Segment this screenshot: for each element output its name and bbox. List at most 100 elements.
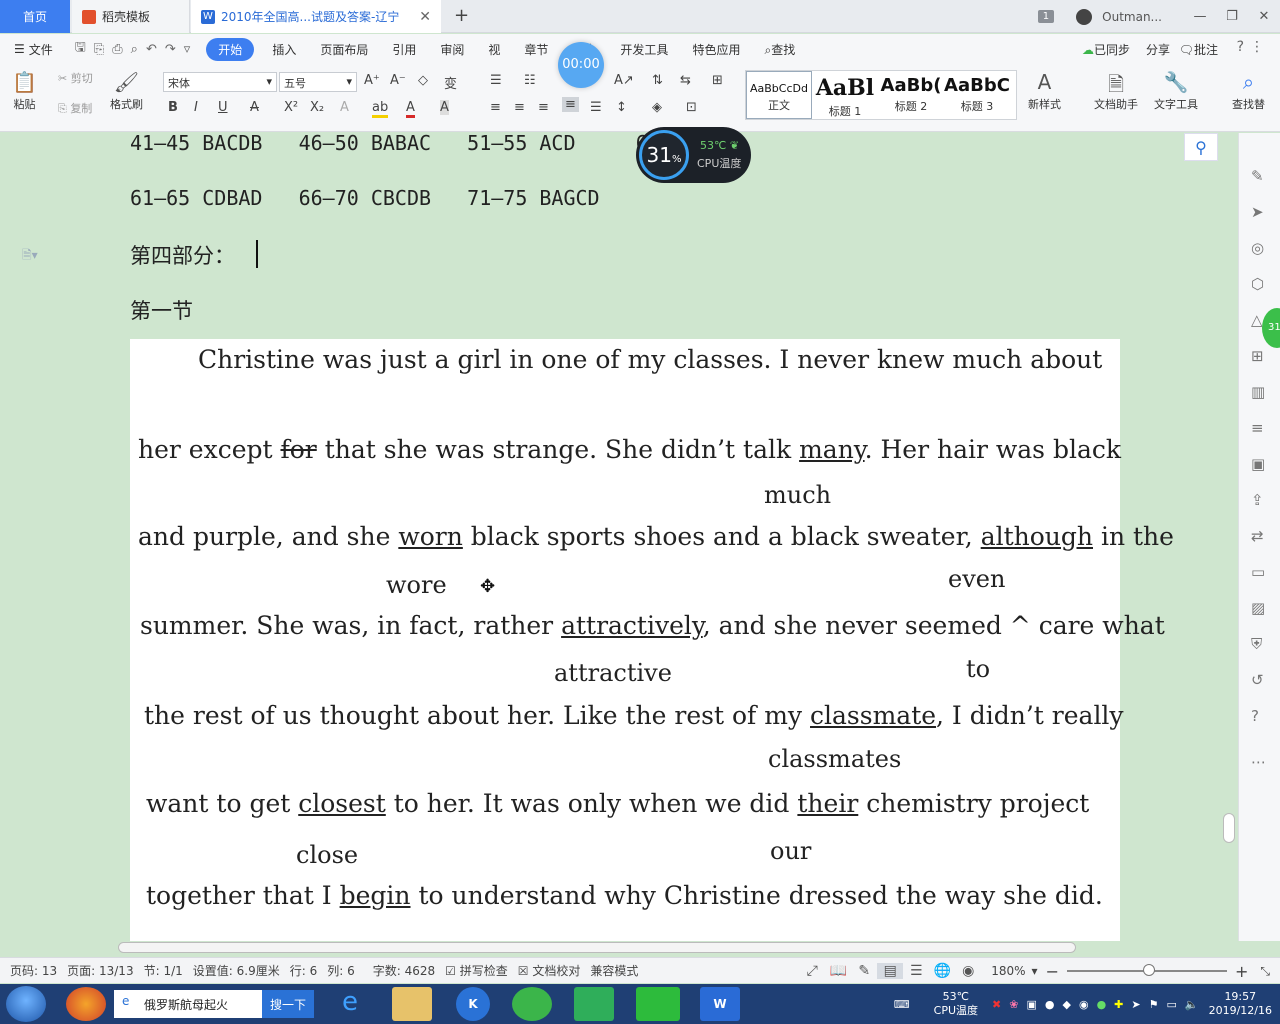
restore-icon[interactable]: ❐ (1216, 9, 1248, 24)
underline-icon[interactable]: U (218, 100, 228, 115)
history-icon[interactable]: ↺ (1251, 671, 1264, 689)
qq-tray-icon[interactable]: ◉ (1079, 998, 1089, 1011)
status-words[interactable]: 字数: 4628 (373, 962, 435, 979)
more-icon[interactable]: ⋮ (1250, 39, 1264, 55)
browser-360-icon[interactable] (66, 987, 106, 1021)
chat-tray-icon[interactable]: ● (1045, 998, 1055, 1011)
read-mode-icon[interactable]: 📖 (825, 963, 851, 979)
volume-icon[interactable]: 🔈 (1185, 998, 1199, 1011)
zoom-out-icon[interactable]: − (1046, 962, 1059, 981)
user-name[interactable]: Outman... (1102, 10, 1162, 24)
help-icon[interactable]: ? (1237, 39, 1244, 55)
format-painter-button[interactable]: 🖌 格式刷 (110, 70, 143, 112)
bullets-icon[interactable]: ☰ (490, 73, 502, 88)
recording-timer[interactable]: 00:00 (558, 42, 604, 88)
triangle-icon[interactable]: △ (1251, 311, 1263, 329)
image-tray-icon[interactable]: ▣ (1026, 998, 1036, 1011)
pointer-icon[interactable]: ➤ (1251, 203, 1264, 221)
pen-icon[interactable]: ✎ (1251, 167, 1264, 185)
export-icon[interactable]: ⎘ (94, 42, 104, 57)
find-replace-button[interactable]: ⌕ 查找替 (1232, 70, 1265, 112)
keyboard-icon[interactable]: ⌨ (894, 998, 910, 1011)
text-direction-icon[interactable]: A↗ (614, 73, 634, 88)
taskbar-search-button[interactable]: 搜一下 (262, 990, 314, 1018)
shrink-font-icon[interactable]: A⁻ (390, 73, 406, 88)
cut-button[interactable]: ✂ 剪切 (58, 70, 93, 86)
highlight-icon[interactable]: ab (372, 100, 389, 118)
window-count-badge[interactable]: 1 (1037, 10, 1055, 23)
status-setting[interactable]: 设置值: 6.9厘米 (193, 962, 280, 979)
network-icon[interactable]: ⚑ (1149, 998, 1159, 1011)
archive-icon[interactable]: ▭ (1251, 563, 1265, 581)
shading-icon[interactable]: ◈ (652, 100, 662, 115)
new-style-button[interactable]: A 新样式 (1028, 70, 1061, 112)
document-canvas[interactable]: 41—45 BACDB 46—50 BABAC 51—55 ACD 60 CAB… (0, 133, 1222, 941)
shapes-icon[interactable]: ⬡ (1251, 275, 1264, 293)
eye-protect-icon[interactable]: ◉ (955, 963, 981, 979)
app-tray-icon[interactable]: ✖ (992, 998, 1001, 1011)
preview-icon[interactable]: ⌕ (131, 42, 138, 57)
windows-start-icon[interactable] (6, 986, 46, 1022)
grow-font-icon[interactable]: A⁺ (364, 73, 380, 88)
web-view-icon[interactable]: 🌐 (929, 963, 955, 979)
line-spacing-icon[interactable]: ↕ (616, 100, 627, 115)
style-heading-2[interactable]: AaBb( 标题 2 (878, 71, 944, 119)
shield-icon[interactable]: ⛨ (1251, 635, 1262, 653)
menu-sections[interactable]: 章节 (512, 41, 560, 58)
phonetic-icon[interactable]: 变 (444, 73, 457, 92)
browser-green-icon[interactable] (512, 987, 552, 1021)
menu-find[interactable]: ⌕查找 (752, 41, 807, 58)
picture-icon[interactable]: ▨ (1251, 599, 1265, 617)
zoom-in-icon[interactable]: + (1235, 962, 1248, 981)
status-section[interactable]: 节: 1/1 (144, 962, 183, 979)
menu-developer[interactable]: 开发工具 (608, 41, 680, 58)
menu-home[interactable]: 开始 (206, 37, 255, 61)
distributed-icon[interactable]: ☰ (590, 100, 602, 115)
tab-docer-templates[interactable]: 稻壳模板 (72, 0, 190, 33)
borders-icon[interactable]: ⊡ (686, 100, 697, 115)
minimize-icon[interactable]: — (1184, 9, 1216, 24)
grid-icon[interactable]: ⊞ (1251, 347, 1264, 365)
new-tab-icon[interactable]: + (454, 5, 469, 26)
undo-icon[interactable]: ↶ (146, 42, 157, 57)
font-name-select[interactable]: 宋体 ▾ (163, 72, 277, 92)
redo-icon[interactable]: ↷ (165, 42, 176, 57)
horizontal-scrollbar[interactable] (0, 941, 1222, 955)
share-out-icon[interactable]: ⇪ (1251, 491, 1264, 509)
plus-tray-icon[interactable]: ✚ (1114, 998, 1123, 1011)
copy-button[interactable]: ⎘ 复制 (58, 100, 92, 116)
vertical-scroll-thumb[interactable] (1223, 813, 1235, 843)
location-pin-icon[interactable]: ⚲ (1184, 133, 1218, 161)
vertical-scrollbar[interactable] (1222, 133, 1238, 941)
arrow-tray-icon[interactable]: ➤ (1131, 998, 1140, 1011)
flag-icon[interactable]: ▭ (1166, 998, 1176, 1011)
page-view-icon[interactable]: ▤ (877, 963, 904, 979)
tab-document[interactable]: W 2010年全国高...试题及答案-辽宁 ✕ (191, 0, 441, 33)
outline-view-icon[interactable]: ☰ (903, 963, 929, 979)
font-color-icon[interactable]: A (406, 100, 415, 118)
table-icon[interactable]: ⊞ (712, 73, 723, 88)
justify-icon[interactable]: ≡ (562, 97, 579, 112)
print-icon[interactable]: ⎙ (112, 42, 122, 57)
italic-icon[interactable]: I (194, 100, 198, 115)
zoom-dropdown-icon[interactable]: ▾ (1032, 964, 1038, 978)
style-heading-1[interactable]: AaBl 标题 1 (812, 71, 878, 119)
paragraph-menu-icon[interactable]: 🗎▾ (22, 246, 38, 267)
internet-explorer-icon[interactable]: e (330, 987, 370, 1021)
file-menu[interactable]: ☰ 文件 (0, 41, 65, 58)
cpu-monitor-widget[interactable]: 31% 53℃ ❦ CPU温度 (636, 127, 751, 183)
sort-icon[interactable]: ⇅ (652, 73, 663, 88)
fit-page-icon[interactable]: ⤡ (1260, 964, 1270, 979)
kugou-icon[interactable]: K (456, 987, 490, 1021)
close-window-icon[interactable]: ✕ (1248, 9, 1280, 24)
bold-icon[interactable]: B (168, 100, 178, 115)
tray-cpu-temp[interactable]: 53℃ CPU温度 (934, 990, 978, 1018)
tab-home[interactable]: 首页 (0, 0, 70, 33)
spell-check-button[interactable]: ☑ 拼写检查 (445, 962, 508, 979)
fullscreen-icon[interactable]: ⤢ (799, 963, 825, 979)
sync-status[interactable]: ☁已同步 (1082, 41, 1130, 58)
char-shading-icon[interactable]: A (440, 100, 449, 115)
taskbar-search-input[interactable]: e 俄罗斯航母起火 (114, 990, 262, 1018)
menu-insert[interactable]: 插入 (260, 41, 308, 58)
menu-view[interactable]: 视 (476, 41, 512, 58)
